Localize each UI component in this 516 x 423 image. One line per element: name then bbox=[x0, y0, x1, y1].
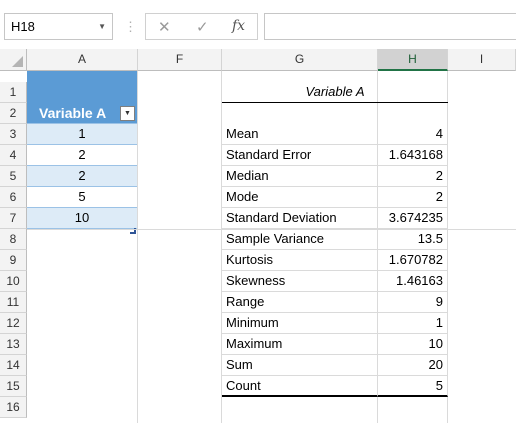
row-header-10[interactable]: 10 bbox=[0, 271, 27, 292]
cell-a0-fill bbox=[27, 71, 138, 82]
row-header-3[interactable]: 3 bbox=[0, 124, 27, 145]
table-value-cell[interactable]: 1 bbox=[27, 124, 138, 145]
row-header-5[interactable]: 5 bbox=[0, 166, 27, 187]
stat-label-sum[interactable]: Sum bbox=[222, 355, 378, 376]
formula-bar-separator: ⋮ bbox=[124, 19, 137, 34]
table-header-cell[interactable]: Variable A ▼ bbox=[27, 103, 138, 124]
row-header-1[interactable]: 1 bbox=[0, 82, 27, 103]
stat-value-count[interactable]: 5 bbox=[378, 376, 448, 397]
name-box[interactable]: H18 ▼ bbox=[4, 13, 113, 40]
row-header-15[interactable]: 15 bbox=[0, 376, 27, 397]
stat-value-mode[interactable]: 2 bbox=[378, 187, 448, 208]
name-box-dropdown-icon[interactable]: ▼ bbox=[98, 22, 106, 31]
stat-label-standard-error[interactable]: Standard Error bbox=[222, 145, 378, 166]
row-header-8[interactable]: 8 bbox=[0, 229, 27, 250]
stat-label-median[interactable]: Median bbox=[222, 166, 378, 187]
table-value-cell[interactable]: 2 bbox=[27, 166, 138, 187]
stat-label-range[interactable]: Range bbox=[222, 292, 378, 313]
stats-title[interactable]: Variable A bbox=[222, 82, 448, 103]
stat-value-skewness[interactable]: 1.46163 bbox=[378, 271, 448, 292]
row-header-9[interactable]: 9 bbox=[0, 250, 27, 271]
row-header-14[interactable]: 14 bbox=[0, 355, 27, 376]
stat-label-minimum[interactable]: Minimum bbox=[222, 313, 378, 334]
stat-value-standard-deviation[interactable]: 3.674235 bbox=[378, 208, 448, 229]
row-header-11[interactable]: 11 bbox=[0, 292, 27, 313]
row-header-7[interactable]: 7 bbox=[0, 208, 27, 229]
stat-value-standard-error[interactable]: 1.643168 bbox=[378, 145, 448, 166]
table-value-cell[interactable]: 10 bbox=[27, 208, 138, 229]
row-header-4[interactable]: 4 bbox=[0, 145, 27, 166]
column-header-g[interactable]: G bbox=[222, 49, 378, 71]
stat-label-sample-variance[interactable]: Sample Variance bbox=[222, 229, 378, 250]
insert-function-icon[interactable]: fx bbox=[232, 18, 245, 34]
row-header-6[interactable]: 6 bbox=[0, 187, 27, 208]
stat-label-standard-deviation[interactable]: Standard Deviation bbox=[222, 208, 378, 229]
stat-value-maximum[interactable]: 10 bbox=[378, 334, 448, 355]
column-header-f[interactable]: F bbox=[138, 49, 222, 71]
column-header-h[interactable]: H bbox=[378, 49, 448, 71]
row-header-16[interactable]: 16 bbox=[0, 397, 27, 418]
filter-dropdown-icon[interactable]: ▼ bbox=[120, 106, 135, 121]
stat-label-skewness[interactable]: Skewness bbox=[222, 271, 378, 292]
stat-value-mean[interactable]: 4 bbox=[378, 124, 448, 145]
stat-label-maximum[interactable]: Maximum bbox=[222, 334, 378, 355]
table-value-cell[interactable]: 5 bbox=[27, 187, 138, 208]
column-header-a[interactable]: A bbox=[27, 49, 138, 71]
stat-value-range[interactable]: 9 bbox=[378, 292, 448, 313]
column-header-i[interactable]: I bbox=[448, 49, 516, 71]
stat-value-minimum[interactable]: 1 bbox=[378, 313, 448, 334]
enter-icon[interactable]: ✓ bbox=[196, 18, 209, 36]
formula-buttons: ✕ ✓ fx bbox=[145, 13, 258, 40]
stat-label-count[interactable]: Count bbox=[222, 376, 378, 397]
stat-label-mode[interactable]: Mode bbox=[222, 187, 378, 208]
stat-label-mean[interactable]: Mean bbox=[222, 124, 378, 145]
stat-label-kurtosis[interactable]: Kurtosis bbox=[222, 250, 378, 271]
row-header-12[interactable]: 12 bbox=[0, 313, 27, 334]
table-header-label: Variable A bbox=[39, 105, 107, 121]
name-box-value: H18 bbox=[11, 19, 35, 34]
formula-input[interactable] bbox=[264, 13, 516, 40]
stat-value-kurtosis[interactable]: 1.670782 bbox=[378, 250, 448, 271]
cancel-icon[interactable]: ✕ bbox=[158, 18, 171, 36]
row-header-2[interactable]: 2 bbox=[0, 103, 27, 124]
table-value-cell[interactable]: 2 bbox=[27, 145, 138, 166]
select-all-icon bbox=[12, 56, 23, 67]
grid-line-a bbox=[137, 71, 138, 423]
stat-value-sample-variance[interactable]: 13.5 bbox=[378, 229, 448, 250]
stat-value-median[interactable]: 2 bbox=[378, 166, 448, 187]
select-all-corner[interactable] bbox=[0, 49, 27, 71]
cell-a1[interactable] bbox=[27, 82, 138, 103]
stat-value-sum[interactable]: 20 bbox=[378, 355, 448, 376]
row-header-13[interactable]: 13 bbox=[0, 334, 27, 355]
